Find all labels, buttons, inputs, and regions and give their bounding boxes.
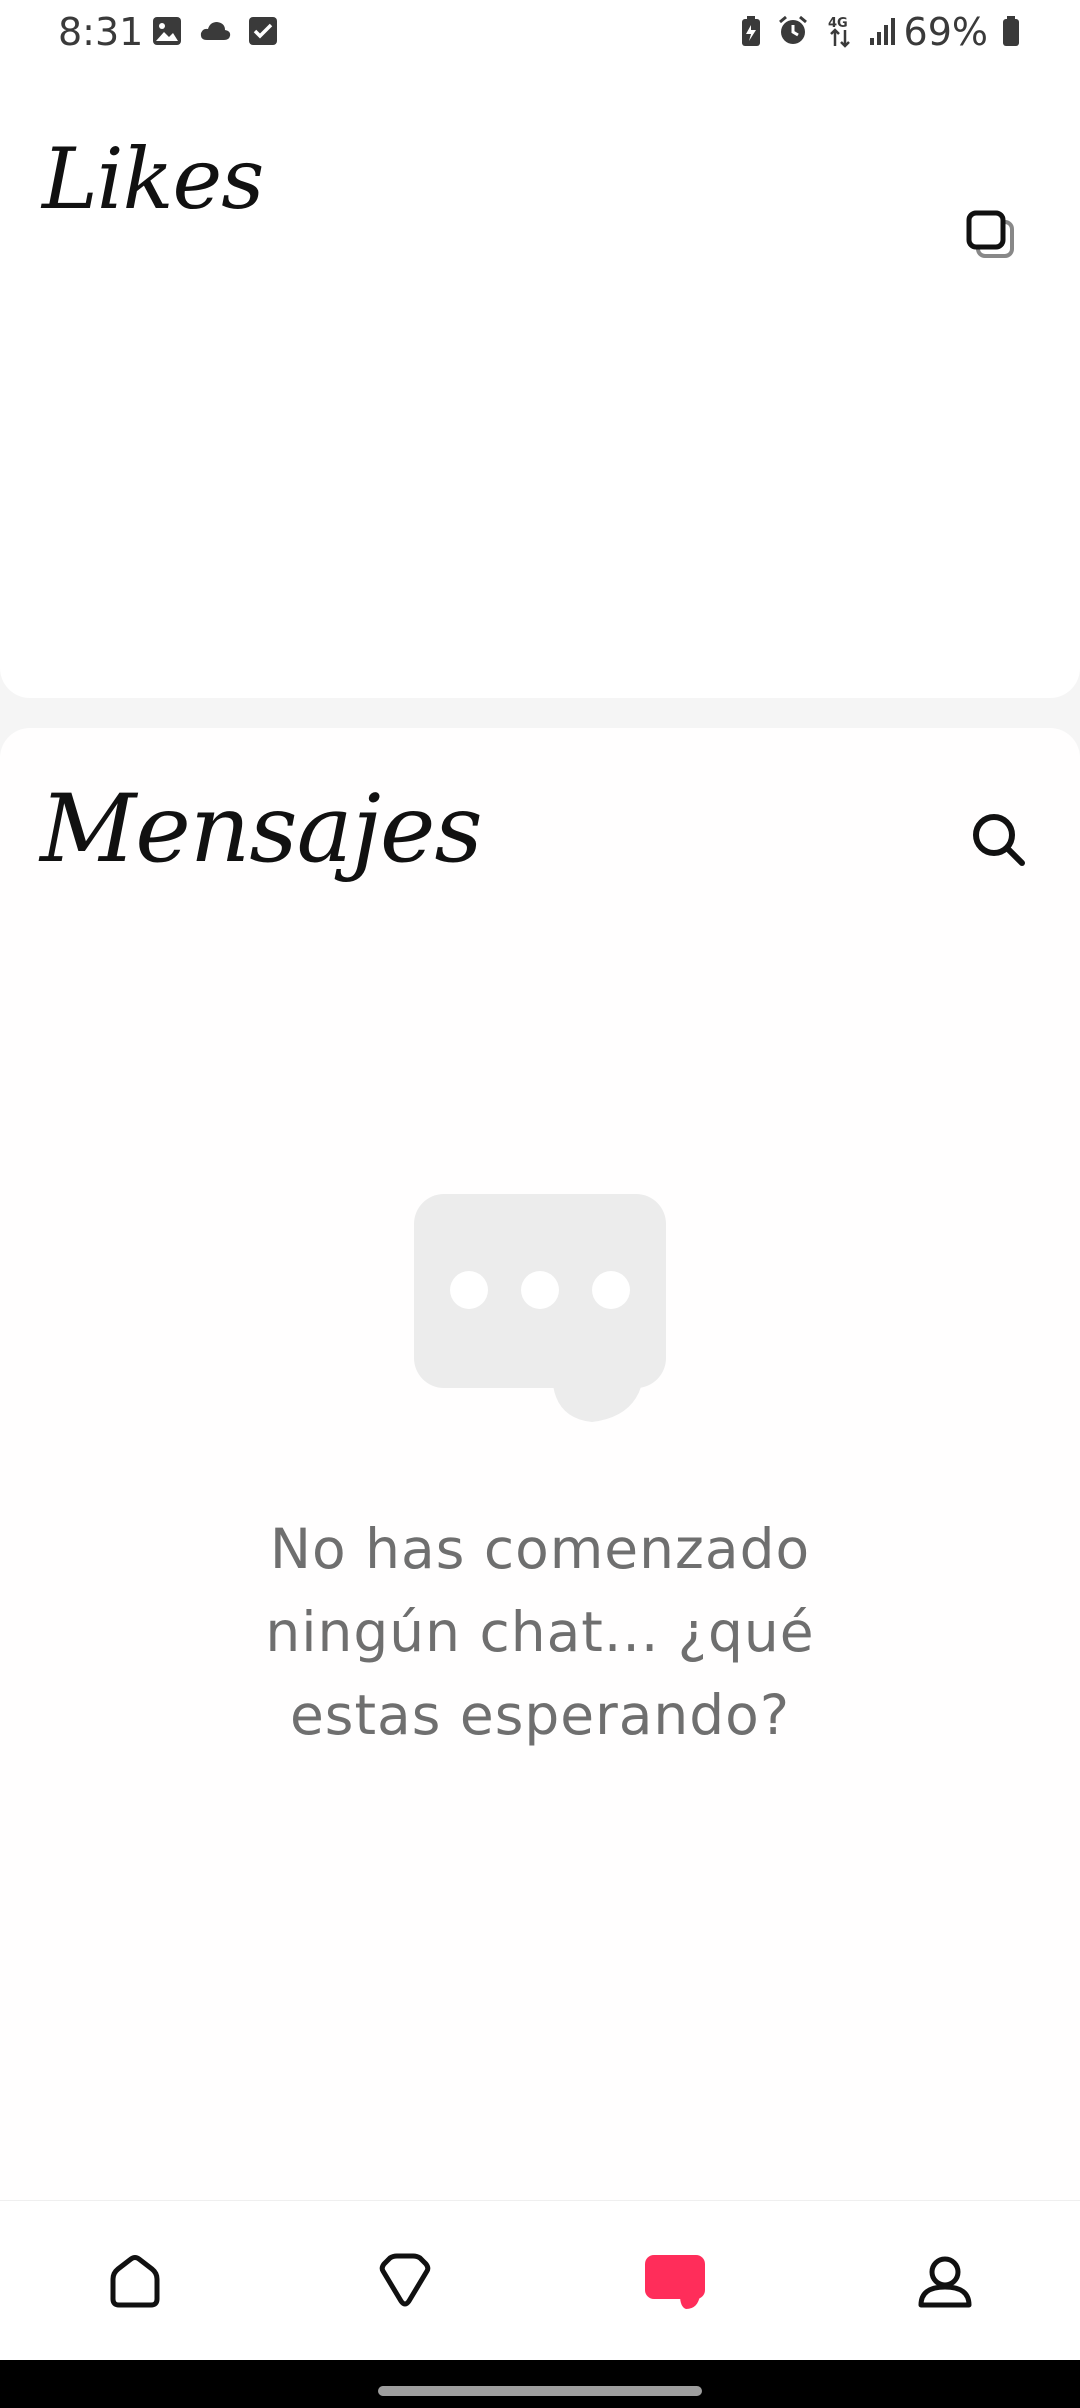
copy-icon[interactable] — [960, 204, 1020, 264]
nav-chat[interactable] — [625, 2231, 725, 2331]
gallery-icon — [153, 17, 181, 45]
cloud-icon — [200, 22, 231, 40]
search-icon[interactable] — [966, 807, 1030, 871]
likes-title: Likes — [42, 130, 264, 228]
chat-icon — [645, 2255, 705, 2309]
messages-title: Mensajes — [40, 775, 483, 884]
messages-section: Mensajes No has comenzado ningún chat...… — [0, 728, 1080, 2200]
system-nav-bar — [0, 2360, 1080, 2408]
empty-state-message: No has comenzado ningún chat... ¿qué est… — [265, 1517, 815, 1747]
battery-icon — [1003, 16, 1019, 46]
battery-saver-icon — [742, 16, 760, 46]
checkbox-icon — [249, 17, 277, 45]
chat-bubble-icon — [414, 1194, 666, 1422]
bottom-nav — [0, 2200, 1080, 2361]
nav-home[interactable] — [85, 2231, 185, 2331]
svg-text:4G: 4G — [828, 16, 848, 31]
diamond-icon — [379, 2253, 431, 2307]
nav-profile[interactable] — [895, 2231, 995, 2331]
profile-icon — [918, 2256, 972, 2308]
signal-icon — [870, 18, 895, 45]
home-gesture-handle[interactable] — [378, 2386, 702, 2396]
status-bar: 8:31 4G 69% — [0, 0, 1080, 64]
alarm-icon — [779, 15, 807, 44]
nav-discover[interactable] — [355, 2231, 455, 2331]
home-icon — [110, 2255, 160, 2308]
network-4g-icon: 4G — [828, 16, 850, 48]
status-time: 8:31 — [58, 10, 144, 54]
likes-section: Likes — [0, 64, 1080, 698]
battery-percent: 69% — [903, 10, 988, 54]
